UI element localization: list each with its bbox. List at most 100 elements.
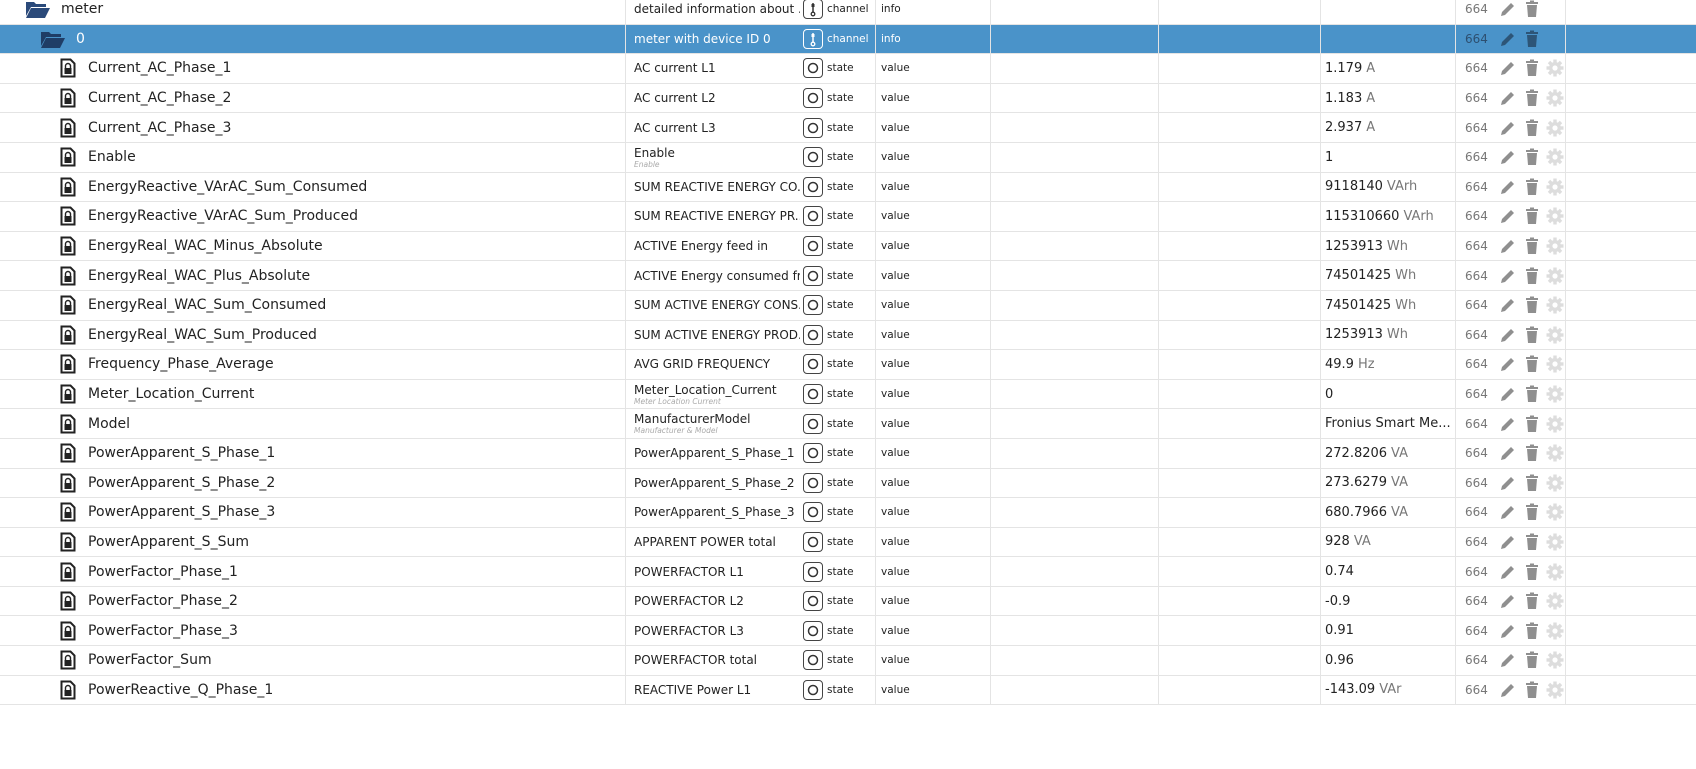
value-text[interactable]: 9118140 <box>1325 179 1383 194</box>
value-text[interactable]: 273.6279 <box>1325 475 1387 490</box>
trash-icon[interactable] <box>1522 502 1542 522</box>
name-cell[interactable]: Enable <box>0 143 625 172</box>
object-name[interactable]: EnergyReactive_VArAC_Sum_Consumed <box>88 179 367 195</box>
pencil-icon[interactable] <box>1498 502 1518 522</box>
pencil-icon[interactable] <box>1498 206 1518 226</box>
object-name[interactable]: EnergyReal_WAC_Plus_Absolute <box>88 268 310 284</box>
gear-icon[interactable] <box>1545 58 1565 78</box>
locked-file-icon[interactable] <box>60 325 76 345</box>
trash-icon[interactable] <box>1522 88 1542 108</box>
gear-icon[interactable] <box>1545 177 1565 197</box>
tree-row[interactable]: Current_AC_Phase_3 AC current L3 state valu… <box>0 113 1696 143</box>
value-cell[interactable]: -143.09 VAr <box>1320 675 1455 705</box>
gear-icon[interactable] <box>1545 325 1565 345</box>
pencil-icon[interactable] <box>1498 621 1518 641</box>
value-text[interactable]: 1.179 <box>1325 61 1362 76</box>
value-text[interactable]: 115310660 <box>1325 209 1399 224</box>
pencil-icon[interactable] <box>1498 591 1518 611</box>
trash-icon[interactable] <box>1522 532 1542 552</box>
value-text[interactable]: -0.9 <box>1325 594 1350 609</box>
tree-row[interactable]: PowerFactor_Phase_1 POWERFACTOR L1 state va… <box>0 557 1696 587</box>
value-cell[interactable]: 1.183 A <box>1320 83 1455 113</box>
tree-row[interactable]: PowerFactor_Sum POWERFACTOR total state val… <box>0 646 1696 676</box>
value-text[interactable]: 1.183 <box>1325 91 1362 106</box>
gear-icon[interactable] <box>1545 443 1565 463</box>
name-cell[interactable]: PowerFactor_Phase_3 <box>0 616 625 645</box>
value-text[interactable]: 0.74 <box>1325 564 1354 579</box>
value-text[interactable]: 0.91 <box>1325 623 1354 638</box>
value-cell[interactable]: 115310660 VArh <box>1320 202 1455 231</box>
value-text[interactable]: -143.09 <box>1325 682 1375 697</box>
trash-icon[interactable] <box>1522 29 1542 49</box>
tree-row[interactable]: PowerApparent_S_Sum APPARENT POWER total s… <box>0 527 1696 558</box>
name-cell[interactable]: Current_AC_Phase_1 <box>0 54 625 83</box>
name-cell[interactable]: EnergyReactive_VArAC_Sum_Consumed <box>0 173 625 202</box>
gear-icon[interactable] <box>1545 680 1565 700</box>
name-cell[interactable]: meter <box>0 0 625 24</box>
locked-file-icon[interactable] <box>60 177 76 197</box>
value-text[interactable]: 1253913 <box>1325 327 1383 342</box>
value-cell[interactable]: 1253913 Wh <box>1320 320 1455 350</box>
value-cell[interactable]: 0.96 <box>1320 646 1455 675</box>
name-cell[interactable]: PowerApparent_S_Phase_3 <box>0 498 625 527</box>
value-text[interactable]: 74501425 <box>1325 298 1391 313</box>
value-cell[interactable]: -0.9 <box>1320 586 1455 616</box>
name-cell[interactable]: PowerApparent_S_Sum <box>0 528 625 557</box>
gear-icon[interactable] <box>1545 118 1565 138</box>
object-name[interactable]: EnergyReal_WAC_Minus_Absolute <box>88 238 323 254</box>
pencil-icon[interactable] <box>1498 325 1518 345</box>
tree-row[interactable]: PowerApparent_S_Phase_3 PowerApparent_S_P… <box>0 498 1696 528</box>
object-name[interactable]: Enable <box>88 149 136 165</box>
locked-file-icon[interactable] <box>60 621 76 641</box>
pencil-icon[interactable] <box>1498 177 1518 197</box>
value-cell[interactable]: 0.91 <box>1320 616 1455 646</box>
gear-icon[interactable] <box>1545 532 1565 552</box>
value-text[interactable]: Fronius Smart Me... <box>1325 416 1451 431</box>
trash-icon[interactable] <box>1522 473 1542 493</box>
trash-icon[interactable] <box>1522 384 1542 404</box>
value-text[interactable]: 272.8206 <box>1325 446 1387 461</box>
tree-row[interactable]: PowerFactor_Phase_3 POWERFACTOR L3 state va… <box>0 616 1696 647</box>
tree-row[interactable]: Meter_Location_Current Meter_Location_Cur… <box>0 379 1696 410</box>
pencil-icon[interactable] <box>1498 266 1518 286</box>
value-cell[interactable] <box>1320 24 1455 54</box>
gear-icon[interactable] <box>1545 295 1565 315</box>
tree-row[interactable]: PowerApparent_S_Phase_1 PowerApparent_S_P… <box>0 438 1696 469</box>
locked-file-icon[interactable] <box>60 562 76 582</box>
name-cell[interactable]: EnergyReal_WAC_Sum_Produced <box>0 321 625 350</box>
object-name[interactable]: Meter_Location_Current <box>88 386 254 402</box>
trash-icon[interactable] <box>1522 443 1542 463</box>
pencil-icon[interactable] <box>1498 147 1518 167</box>
object-name[interactable]: PowerApparent_S_Phase_3 <box>88 504 275 520</box>
name-cell[interactable]: EnergyReactive_VArAC_Sum_Produced <box>0 202 625 231</box>
object-name[interactable]: EnergyReal_WAC_Sum_Produced <box>88 327 317 343</box>
pencil-icon[interactable] <box>1498 0 1518 19</box>
trash-icon[interactable] <box>1522 266 1542 286</box>
pencil-icon[interactable] <box>1498 562 1518 582</box>
name-cell[interactable]: 0 <box>0 25 625 54</box>
pencil-icon[interactable] <box>1498 414 1518 434</box>
object-name[interactable]: PowerApparent_S_Phase_2 <box>88 475 275 491</box>
name-cell[interactable]: PowerFactor_Phase_1 <box>0 557 625 586</box>
gear-icon[interactable] <box>1545 591 1565 611</box>
value-cell[interactable]: 680.7966 VA <box>1320 498 1455 527</box>
value-cell[interactable]: 74501425 Wh <box>1320 290 1455 320</box>
name-cell[interactable]: Frequency_Phase_Average <box>0 350 625 379</box>
name-cell[interactable]: PowerApparent_S_Phase_1 <box>0 439 625 468</box>
object-name[interactable]: Current_AC_Phase_1 <box>88 60 231 76</box>
object-name[interactable]: meter <box>61 1 103 17</box>
value-cell[interactable]: 272.8206 VA <box>1320 438 1455 468</box>
pencil-icon[interactable] <box>1498 295 1518 315</box>
locked-file-icon[interactable] <box>60 591 76 611</box>
gear-icon[interactable] <box>1545 88 1565 108</box>
locked-file-icon[interactable] <box>60 502 76 522</box>
value-text[interactable]: 680.7966 <box>1325 505 1387 520</box>
locked-file-icon[interactable] <box>60 206 76 226</box>
object-name[interactable]: Model <box>88 416 130 432</box>
trash-icon[interactable] <box>1522 118 1542 138</box>
folder-open-icon[interactable] <box>25 0 51 19</box>
pencil-icon[interactable] <box>1498 118 1518 138</box>
value-cell[interactable]: 1 <box>1320 142 1455 172</box>
name-cell[interactable]: EnergyReal_WAC_Minus_Absolute <box>0 232 625 261</box>
locked-file-icon[interactable] <box>60 88 76 108</box>
